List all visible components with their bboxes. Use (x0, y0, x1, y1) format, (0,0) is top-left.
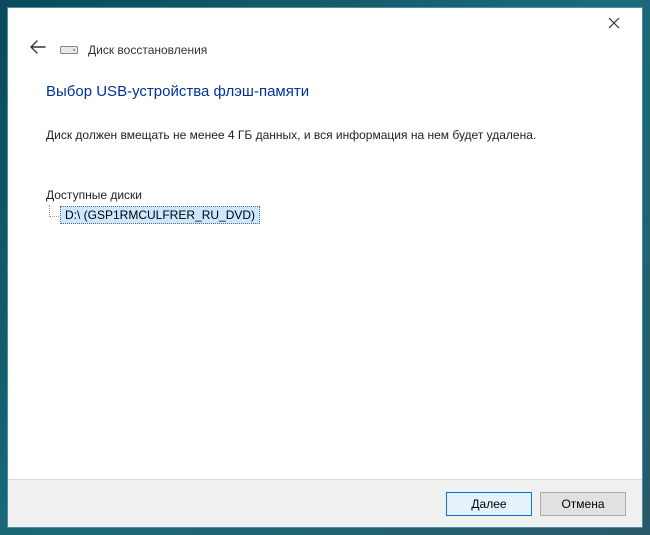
close-icon (608, 17, 620, 29)
page-title: Выбор USB-устройства флэш-памяти (46, 83, 604, 100)
titlebar (8, 8, 642, 38)
back-button[interactable] (26, 38, 50, 61)
cancel-button[interactable]: Отмена (540, 492, 626, 516)
wizard-window: Диск восстановления Выбор USB-устройства… (7, 7, 643, 528)
back-arrow-icon (30, 40, 46, 54)
wizard-content: Выбор USB-устройства флэш-памяти Диск до… (8, 71, 642, 479)
drive-icon (60, 44, 78, 56)
page-description: Диск должен вмещать не менее 4 ГБ данных… (46, 128, 604, 142)
header-title: Диск восстановления (88, 43, 207, 57)
drive-list-item[interactable]: D:\ (GSP1RMCULFRER_RU_DVD) (60, 206, 260, 224)
wizard-header: Диск восстановления (8, 38, 642, 71)
wizard-footer: Далее Отмена (8, 479, 642, 527)
drives-list: D:\ (GSP1RMCULFRER_RU_DVD) (46, 206, 604, 224)
drives-list-label: Доступные диски (46, 188, 604, 202)
drive-item-label: D:\ (GSP1RMCULFRER_RU_DVD) (65, 208, 255, 222)
close-button[interactable] (594, 12, 634, 34)
tree-connector-icon (49, 205, 59, 217)
next-button[interactable]: Далее (446, 492, 532, 516)
